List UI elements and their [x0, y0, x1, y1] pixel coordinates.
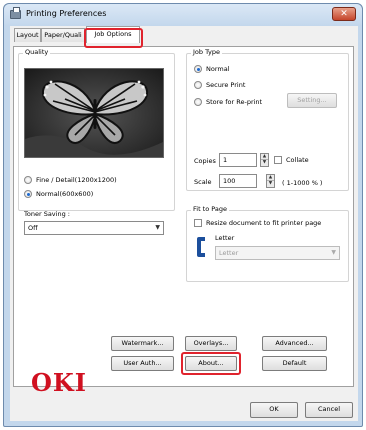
copies-spinner[interactable]: ▲ ▼ [260, 153, 269, 167]
job-type-normal-radio[interactable] [194, 65, 202, 73]
collate-label: Collate [286, 156, 309, 164]
watermark-button[interactable]: Watermark... [111, 336, 174, 351]
tab-paper-quality[interactable]: Paper/Quali [41, 28, 85, 42]
paper-size-label: Letter [215, 234, 235, 242]
resize-document-label: Resize document to fit printer page [206, 219, 322, 227]
toner-saving-value: Off [28, 224, 38, 232]
portrait-paper-icon [196, 236, 206, 258]
quality-group-label: Quality [23, 48, 51, 56]
toner-saving-label: Toner Saving : [24, 210, 70, 218]
about-highlight-box [181, 352, 241, 375]
job-type-group-label: Job Type [191, 48, 223, 56]
dialog-body: Layout Paper/Quali Job Options Quality F… [10, 26, 358, 421]
chevron-down-icon: ▼ [331, 249, 336, 256]
paper-size-value: Letter [219, 249, 239, 257]
job-type-group [186, 53, 349, 191]
collate-checkbox[interactable] [274, 156, 282, 164]
title-bar[interactable]: Printing Preferences ✕ [4, 4, 362, 26]
quality-fine-radio[interactable] [24, 176, 32, 184]
quality-fine-label: Fine / Detail(1200x1200) [36, 176, 117, 184]
job-type-secure-radio[interactable] [194, 81, 202, 89]
butterfly-preview-image [24, 68, 164, 158]
job-type-store-radio[interactable] [194, 98, 202, 106]
job-type-normal-label: Normal [206, 65, 230, 73]
ok-button[interactable]: OK [250, 402, 298, 418]
advanced-button[interactable]: Advanced... [262, 336, 327, 351]
window-title: Printing Preferences [26, 9, 107, 18]
paper-size-select[interactable]: Letter ▼ [215, 246, 340, 260]
butterfly-picture [25, 69, 163, 157]
chevron-down-icon: ▼ [155, 224, 160, 231]
scale-label: Scale [194, 178, 212, 186]
tab-layout[interactable]: Layout [14, 28, 41, 42]
scale-input[interactable]: 100 [219, 174, 257, 188]
fit-to-page-group-label: Fit to Page [191, 205, 230, 213]
copies-label: Copies [194, 157, 216, 165]
overlays-button[interactable]: Overlays... [185, 336, 237, 351]
job-type-store-label: Store for Re-print [206, 98, 263, 106]
close-button[interactable]: ✕ [332, 7, 356, 21]
resize-document-checkbox[interactable] [194, 219, 202, 227]
job-options-panel: Quality Fine / Detail(1200x1200) Normal(… [13, 46, 354, 387]
printing-preferences-window: Printing Preferences ✕ Layout Paper/Qual… [3, 3, 363, 427]
job-type-setting-button[interactable]: Setting... [287, 93, 337, 108]
quality-normal-radio[interactable] [24, 190, 32, 198]
tab-highlight-box [84, 28, 143, 48]
quality-normal-label: Normal(600x600) [36, 190, 94, 198]
cancel-button[interactable]: Cancel [305, 402, 353, 418]
toner-saving-select[interactable]: Off ▼ [24, 221, 164, 235]
scale-range-label: ( 1-1000 % ) [282, 179, 323, 187]
user-auth-button[interactable]: User Auth... [111, 356, 174, 371]
default-button[interactable]: Default [262, 356, 327, 371]
printer-icon [10, 7, 21, 19]
job-type-secure-label: Secure Print [206, 81, 246, 89]
oki-logo: OKI [31, 368, 87, 397]
copies-input[interactable]: 1 [219, 153, 257, 167]
scale-spinner[interactable]: ▲ ▼ [266, 174, 275, 188]
